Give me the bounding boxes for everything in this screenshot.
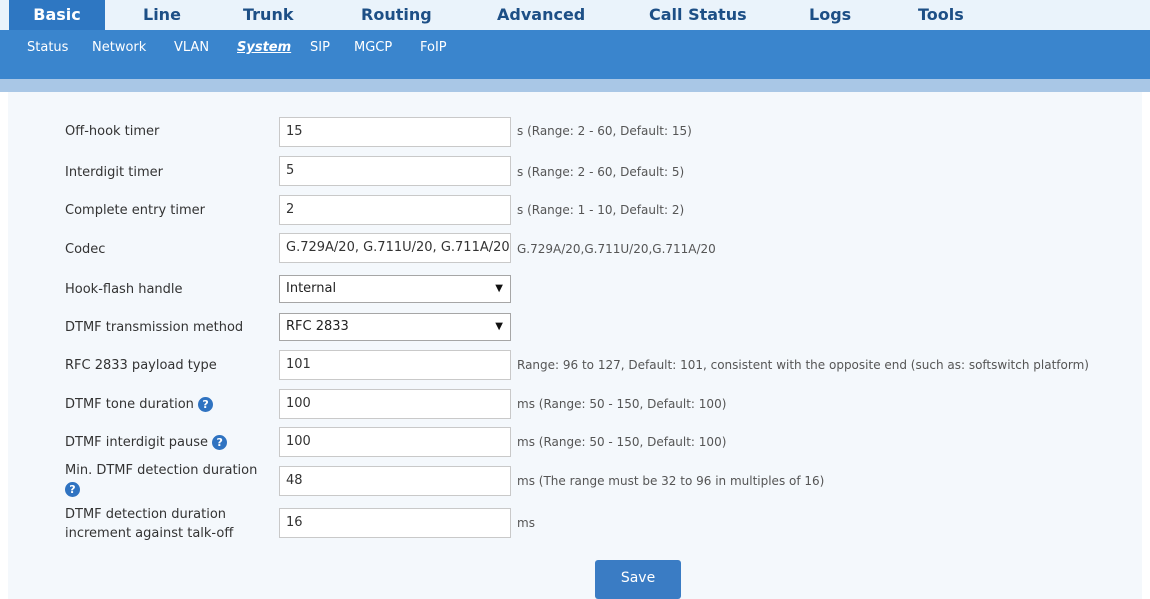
subnav-status[interactable]: Status xyxy=(27,40,68,55)
tab-logs[interactable]: Logs xyxy=(809,0,851,30)
tab-basic[interactable]: Basic xyxy=(9,0,105,30)
dtmf-increment-hint: ms xyxy=(517,516,535,530)
dtmf-pause-text: DTMF interdigit pause xyxy=(65,435,209,450)
top-nav: Basic Line Trunk Routing Advanced Call S… xyxy=(0,0,1150,30)
dtmf-method-select[interactable]: RFC 2833 ▼ xyxy=(279,313,511,341)
dtmf-increment-input[interactable]: 16 xyxy=(279,508,511,538)
rfc-payload-input[interactable]: 101 xyxy=(279,350,511,380)
help-icon[interactable]: ? xyxy=(212,435,228,450)
min-dtmf-input[interactable]: 48 xyxy=(279,466,511,496)
subnav-vlan[interactable]: VLAN xyxy=(174,40,209,55)
header-divider xyxy=(0,79,1150,92)
chevron-down-icon: ▼ xyxy=(495,283,503,294)
chevron-down-icon: ▼ xyxy=(495,321,503,332)
dtmf-tone-duration-hint: ms (Range: 50 - 150, Default: 100) xyxy=(517,397,727,411)
dtmf-tone-duration-text: DTMF tone duration xyxy=(65,397,194,412)
subnav-sip[interactable]: SIP xyxy=(310,40,330,55)
save-button[interactable]: Save xyxy=(595,560,681,599)
hook-flash-label: Hook-flash handle xyxy=(65,282,183,297)
complete-entry-timer-input[interactable]: 2 xyxy=(279,195,511,225)
rfc-payload-hint: Range: 96 to 127, Default: 101, consiste… xyxy=(517,358,1089,372)
dtmf-method-label: DTMF transmission method xyxy=(65,320,244,335)
tab-advanced[interactable]: Advanced xyxy=(497,0,585,30)
tab-tools[interactable]: Tools xyxy=(918,0,964,30)
tab-trunk[interactable]: Trunk xyxy=(243,0,293,30)
off-hook-timer-input[interactable]: 15 xyxy=(279,117,511,147)
codec-label: Codec xyxy=(65,242,106,257)
dtmf-tone-duration-label: DTMF tone duration ? xyxy=(65,397,214,412)
subnav-system[interactable]: System xyxy=(237,40,291,55)
dtmf-increment-label-line2: increment against talk-off xyxy=(65,526,234,541)
dtmf-pause-label: DTMF interdigit pause ? xyxy=(65,435,228,450)
dtmf-pause-hint: ms (Range: 50 - 150, Default: 100) xyxy=(517,435,727,449)
min-dtmf-label: Min. DTMF detection duration xyxy=(65,463,258,478)
codec-input[interactable]: G.729A/20, G.711U/20, G.711A/20 xyxy=(279,233,511,263)
tab-routing[interactable]: Routing xyxy=(361,0,432,30)
tab-call-status[interactable]: Call Status xyxy=(649,0,747,30)
dtmf-method-selected: RFC 2833 xyxy=(286,319,349,334)
dtmf-tone-duration-input[interactable]: 100 xyxy=(279,389,511,419)
interdigit-timer-label: Interdigit timer xyxy=(65,165,163,180)
subnav-foip[interactable]: FoIP xyxy=(420,40,447,55)
subnav-network[interactable]: Network xyxy=(92,40,146,55)
off-hook-timer-hint: s (Range: 2 - 60, Default: 15) xyxy=(517,124,692,138)
rfc-payload-label: RFC 2833 payload type xyxy=(65,358,217,373)
subnav-mgcp[interactable]: MGCP xyxy=(354,40,392,55)
help-icon[interactable]: ? xyxy=(198,397,214,412)
codec-hint: G.729A/20,G.711U/20,G.711A/20 xyxy=(517,242,716,256)
help-icon[interactable]: ? xyxy=(65,482,80,497)
dtmf-pause-input[interactable]: 100 xyxy=(279,427,511,457)
dtmf-increment-label-line1: DTMF detection duration xyxy=(65,507,227,522)
interdigit-timer-input[interactable]: 5 xyxy=(279,156,511,186)
min-dtmf-hint: ms (The range must be 32 to 96 in multip… xyxy=(517,474,825,488)
hook-flash-selected: Internal xyxy=(286,281,337,296)
tab-line[interactable]: Line xyxy=(143,0,181,30)
off-hook-timer-label: Off-hook timer xyxy=(65,124,160,139)
hook-flash-select[interactable]: Internal ▼ xyxy=(279,275,511,303)
complete-entry-timer-label: Complete entry timer xyxy=(65,203,206,218)
sub-nav: Status Network VLAN System SIP MGCP FoIP xyxy=(0,30,1150,79)
interdigit-timer-hint: s (Range: 2 - 60, Default: 5) xyxy=(517,165,685,179)
complete-entry-timer-hint: s (Range: 1 - 10, Default: 2) xyxy=(517,203,685,217)
